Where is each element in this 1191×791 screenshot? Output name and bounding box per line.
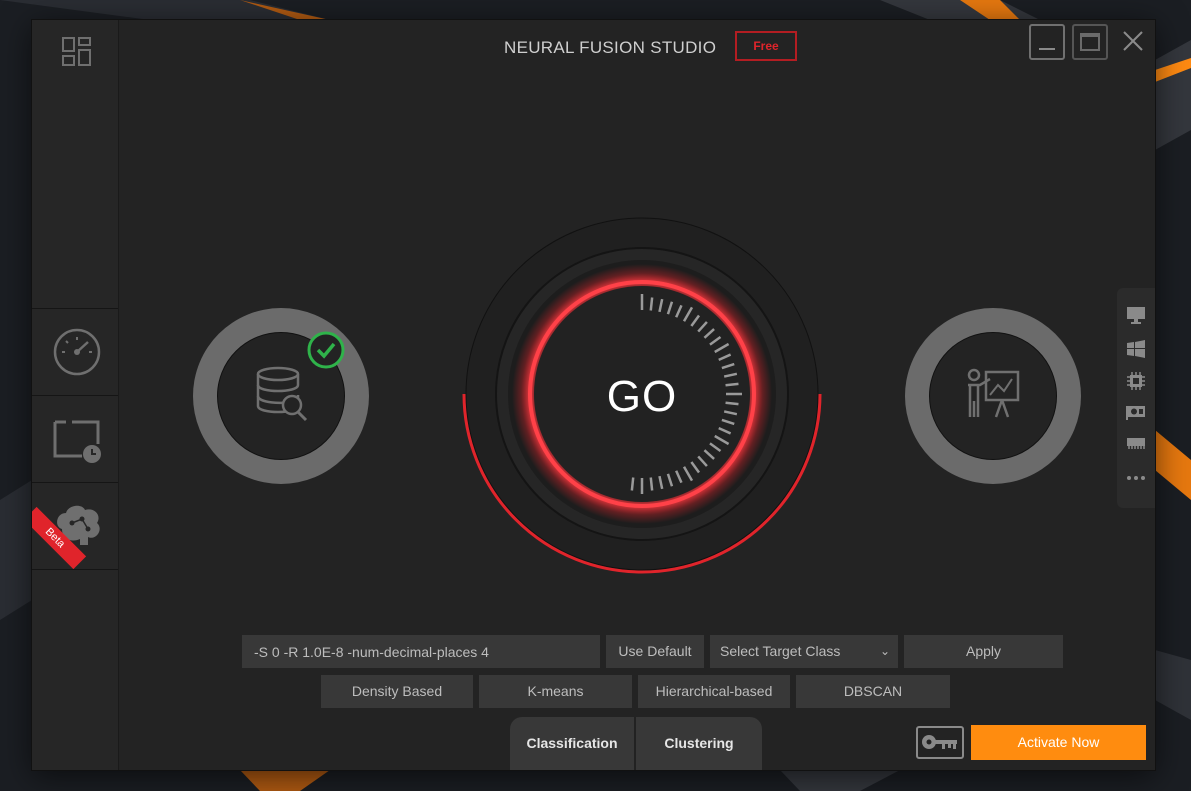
app-window: Beta NEURAL FUSION STUDIO Free GO -S 0 -… [32,20,1155,770]
presentation-icon [967,368,1020,418]
mode-tabs: Classification Clustering [510,717,762,770]
chevron-down-icon: ⌄ [879,644,890,658]
check-badge-icon [307,331,345,369]
right-toolbar [1117,288,1155,508]
select-target-label: Select Target Class [720,643,841,659]
algorithm-dbscan[interactable]: DBSCAN [796,675,950,708]
key-icon [922,735,957,749]
windows-icon[interactable] [1126,339,1146,359]
memory-icon[interactable] [1126,433,1146,453]
more-icon[interactable] [1126,468,1146,488]
use-default-button[interactable]: Use Default [606,635,704,668]
select-target-class-dropdown[interactable]: Select Target Class ⌄ [710,635,898,668]
dial-tick [630,477,635,491]
apply-button[interactable]: Apply [904,635,1063,668]
input-node[interactable] [193,308,369,484]
dial-tick [649,477,654,491]
tab-clustering[interactable]: Clustering [636,717,762,770]
activate-now-button[interactable]: Activate Now [971,725,1146,760]
graphics-card-icon[interactable] [1126,402,1146,422]
database-search-icon [256,366,308,422]
cpu-chip-icon[interactable] [1126,371,1146,391]
algorithm-k-means[interactable]: K-means [479,675,632,708]
go-label: GO [606,372,678,421]
algorithm-hierarchical[interactable]: Hierarchical-based [638,675,790,708]
monitor-icon[interactable] [1126,305,1146,325]
dial-tick [649,297,654,311]
output-node-inner [929,332,1057,460]
tab-classification[interactable]: Classification [510,717,634,770]
parameters-input[interactable] [242,635,600,668]
license-key-button[interactable] [916,726,964,759]
algorithm-density-based[interactable]: Density Based [321,675,473,708]
output-node[interactable] [905,308,1081,484]
go-button[interactable]: GO [460,217,824,581]
